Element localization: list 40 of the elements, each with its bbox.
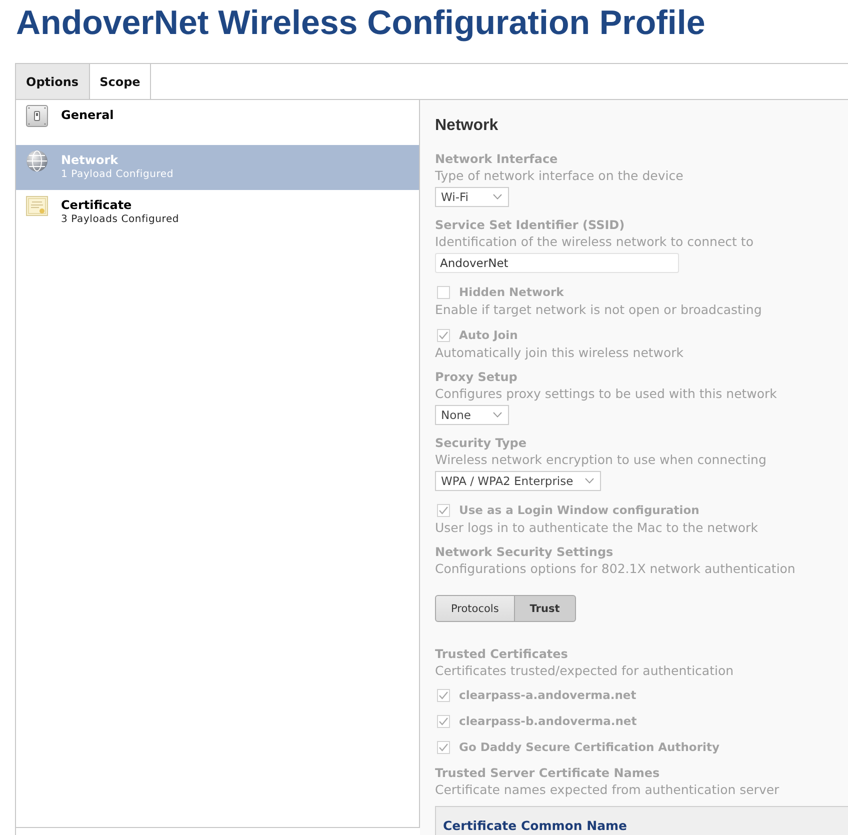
- tab[interactable]: Options: [16, 64, 90, 99]
- column-header: Certificate Common Name: [443, 818, 628, 833]
- field-description: Identification of the wireless network to connect to: [435, 233, 754, 250]
- payload-name: General: [61, 107, 114, 123]
- chevron-down-icon: [493, 412, 502, 418]
- field-description: Wireless network encryption to use when connecting: [435, 451, 768, 468]
- field-label: Network Interface: [435, 151, 559, 167]
- field-description: Configures proxy settings to be used with this network: [435, 385, 778, 402]
- checkbox-label: Use as a Login Window configuration: [459, 503, 700, 517]
- checkbox-label: clearpass-b.andoverma.net: [459, 714, 637, 728]
- field-label: Proxy Setup: [435, 369, 518, 385]
- globe-icon: [26, 150, 48, 172]
- payload-name: Certificate: [61, 197, 133, 213]
- payload-item[interactable]: Certificate 3 Payloads Configured: [16, 190, 419, 235]
- field-description: Type of network interface on the device: [435, 167, 684, 184]
- chevron-down-icon: [493, 194, 502, 200]
- payload-name: Network: [61, 152, 120, 168]
- page-title: AndoverNet Wireless Configuration Profile: [15, 3, 706, 44]
- certificate-icon: [26, 195, 48, 217]
- field-description: Automatically join this wireless network: [435, 344, 685, 361]
- payload-subtitle: 3 Payloads Configured: [61, 213, 180, 227]
- chevron-down-icon: [585, 478, 594, 484]
- field-label: Trusted Server Certificate Names: [435, 765, 661, 781]
- field-label: Trusted Certificates: [435, 646, 569, 662]
- field-label: Service Set Identifier (SSID): [435, 217, 626, 233]
- field-label: Network Security Settings: [435, 544, 614, 560]
- field-description: Configurations options for 802.1X network authentication: [435, 560, 796, 577]
- checkbox-label: Auto Join: [459, 328, 518, 342]
- field-description: Certificates trusted/expected for authentication: [435, 662, 735, 679]
- payload-subtitle: 1 Payload Configured: [61, 168, 174, 182]
- field-description: User logs in to authenticate the Mac to the network: [435, 519, 759, 536]
- field-description: Certificate names expected from authentication server: [435, 781, 780, 798]
- checkbox-label: Go Daddy Secure Certification Authority: [459, 740, 720, 754]
- checkbox-label: clearpass-a.andoverma.net: [459, 688, 636, 702]
- field-label: Security Type: [435, 435, 528, 451]
- payload-item[interactable]: General: [16, 100, 419, 145]
- section-heading: Network: [435, 116, 500, 136]
- field-description: Enable if target network is not open or broadcasting: [435, 301, 763, 318]
- switch-icon: [26, 105, 48, 127]
- checkbox-label: Hidden Network: [459, 285, 564, 299]
